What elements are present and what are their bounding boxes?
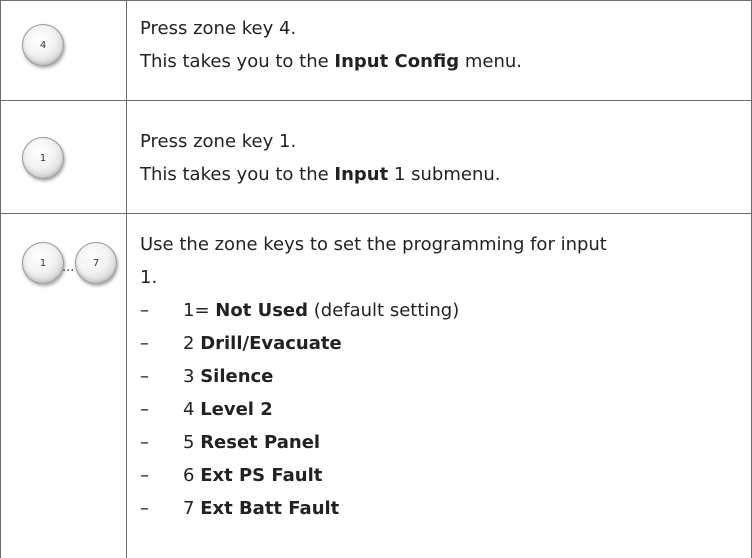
table-border-top [0, 0, 752, 1]
zone-key-4-icon: 4 [22, 24, 64, 66]
instruction-table: 4 Press zone key 4. This takes you to th… [0, 0, 752, 558]
step-instruction: Press zone key 4. [140, 18, 297, 39]
list-item: – 4 Level 2 [140, 399, 273, 420]
list-item: – 3 Silence [140, 366, 274, 387]
list-item: – 6 Ext PS Fault [140, 465, 323, 486]
zone-key-7-icon: 7 [75, 242, 117, 284]
step-instruction-cont: 1. [140, 267, 158, 288]
key-range-ellipsis: ... [62, 260, 75, 275]
zone-key-1-icon: 1 [22, 137, 64, 179]
column-divider [126, 0, 127, 558]
step-text: Press zone key 1. This takes you to the … [140, 125, 740, 191]
step-result: This takes you to the Input 1 submenu. [140, 164, 501, 185]
list-item: – 1= Not Used (default setting) [140, 300, 460, 321]
row-divider [0, 213, 752, 214]
row-divider [0, 100, 752, 101]
zone-key-1-icon: 1 [22, 242, 64, 284]
table-border-left [0, 0, 1, 558]
menu-name: Input [334, 164, 389, 185]
menu-name: Input Config [334, 51, 460, 72]
option-list: – 1= Not Used (default setting) – 2 Dril… [140, 294, 740, 525]
list-item: – 7 Ext Batt Fault [140, 498, 340, 519]
list-item: – 5 Reset Panel [140, 432, 321, 453]
step-text: Use the zone keys to set the programming… [140, 228, 740, 525]
step-text: Press zone key 4. This takes you to the … [140, 12, 740, 78]
step-result: This takes you to the Input Config menu. [140, 51, 522, 72]
step-instruction: Use the zone keys to set the programming… [140, 234, 607, 255]
step-instruction: Press zone key 1. [140, 131, 297, 152]
list-item: – 2 Drill/Evacuate [140, 333, 342, 354]
